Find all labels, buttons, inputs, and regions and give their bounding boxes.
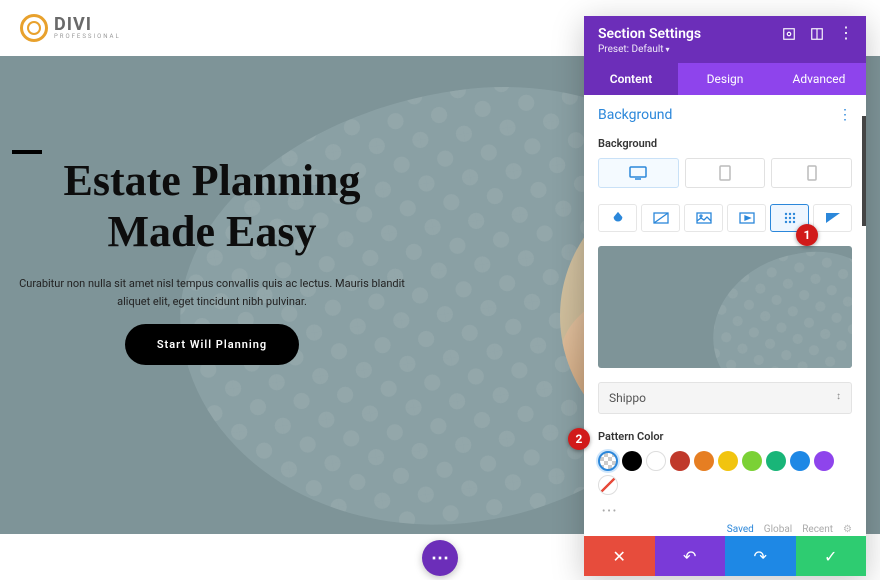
swatch-green[interactable] xyxy=(742,451,762,471)
step-badge-2: 2 xyxy=(568,428,590,450)
bg-image-button[interactable] xyxy=(684,204,723,232)
hero-title: Estate Planning Made Easy xyxy=(12,156,412,257)
step-badge-1: 1 xyxy=(796,224,818,246)
kebab-menu-icon[interactable]: ⋮ xyxy=(838,26,852,40)
color-tag-global[interactable]: Global xyxy=(764,524,792,535)
accent-dash xyxy=(12,150,42,154)
swatch-teal[interactable] xyxy=(766,451,786,471)
panel-title: Section Settings xyxy=(598,26,782,42)
panel-tabs: Content Design Advanced xyxy=(584,63,866,95)
undo-button[interactable]: ↶ xyxy=(655,536,726,576)
logo-mark-icon xyxy=(20,14,48,42)
redo-button[interactable]: ↷ xyxy=(725,536,796,576)
color-swatch-row xyxy=(598,451,852,495)
swatch-orange[interactable] xyxy=(694,451,714,471)
bg-gradient-button[interactable] xyxy=(641,204,680,232)
bg-video-button[interactable] xyxy=(727,204,766,232)
color-tag-saved[interactable]: Saved xyxy=(727,524,754,535)
brand-name: DIVI xyxy=(54,16,121,34)
tab-content[interactable]: Content xyxy=(584,63,678,95)
device-tablet-button[interactable] xyxy=(685,158,766,188)
expand-icon[interactable] xyxy=(782,26,796,40)
tab-advanced[interactable]: Advanced xyxy=(772,63,866,95)
panel-body: Background ⋮ Background Shippo Pattern C… xyxy=(584,95,866,536)
swatch-yellow[interactable] xyxy=(718,451,738,471)
hero-copy: Estate Planning Made Easy Curabitur non … xyxy=(12,156,412,365)
hero-paragraph: Curabitur non nulla sit amet nisl tempus… xyxy=(12,275,412,310)
section-settings-panel: Section Settings Preset: Default ⋮ Conte… xyxy=(584,16,866,576)
section-menu-icon[interactable]: ⋮ xyxy=(838,107,852,123)
bg-mask-button[interactable] xyxy=(813,204,852,232)
color-tag-recent[interactable]: Recent xyxy=(802,524,833,535)
pattern-preview[interactable] xyxy=(598,246,852,368)
device-phone-button[interactable] xyxy=(771,158,852,188)
swatch-red[interactable] xyxy=(670,451,690,471)
section-heading[interactable]: Background xyxy=(598,107,672,123)
hero-title-line1: Estate Planning xyxy=(12,156,412,207)
page-fab-button[interactable]: ⋯ xyxy=(422,540,458,576)
pattern-style-select[interactable]: Shippo xyxy=(598,382,852,414)
panel-header: Section Settings Preset: Default ⋮ xyxy=(584,16,866,63)
brand-sub: PROFESSIONAL xyxy=(54,34,121,40)
swatch-none[interactable] xyxy=(598,475,618,495)
swatch-white[interactable] xyxy=(646,451,666,471)
color-tag-row: Saved Global Recent ⚙ xyxy=(598,524,852,535)
hero-title-line2: Made Easy xyxy=(12,207,412,258)
swatch-more-icon[interactable]: ••• xyxy=(602,506,618,517)
brand-logo[interactable]: DIVI PROFESSIONAL xyxy=(20,14,121,42)
tab-design[interactable]: Design xyxy=(678,63,772,95)
swatch-blue[interactable] xyxy=(790,451,810,471)
preset-dropdown[interactable]: Preset: Default xyxy=(598,44,782,55)
pattern-color-label: Pattern Color xyxy=(598,430,852,443)
device-desktop-button[interactable] xyxy=(598,158,679,188)
responsive-row xyxy=(598,158,852,188)
background-label: Background xyxy=(598,137,852,150)
swatch-black[interactable] xyxy=(622,451,642,471)
bg-color-button[interactable] xyxy=(598,204,637,232)
save-button[interactable]: ✓ xyxy=(796,536,867,576)
cancel-button[interactable]: ✕ xyxy=(584,536,655,576)
color-settings-icon[interactable]: ⚙ xyxy=(843,524,852,535)
swatch-purple[interactable] xyxy=(814,451,834,471)
snap-icon[interactable] xyxy=(810,26,824,40)
cta-button[interactable]: Start Will Planning xyxy=(125,324,299,365)
swatch-transparent[interactable] xyxy=(598,451,618,471)
panel-footer: ✕ ↶ ↷ ✓ xyxy=(584,536,866,576)
